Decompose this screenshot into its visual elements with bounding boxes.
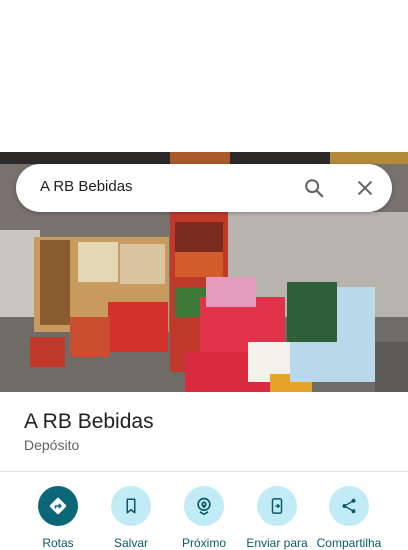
send-to-phone-button[interactable]: Enviar para	[237, 486, 317, 550]
share-icon	[342, 498, 356, 514]
close-icon	[358, 181, 372, 195]
search-button[interactable]	[298, 172, 330, 204]
share-icon-circle	[329, 486, 369, 526]
nearby-label: Próximo	[181, 536, 226, 550]
directions-icon	[49, 497, 67, 515]
share-label: Compartilha	[316, 536, 382, 550]
place-title: A RB Bebidas	[24, 410, 154, 433]
map-blank-area	[0, 0, 408, 152]
send-icon-circle	[257, 486, 297, 526]
place-category: Depósito	[24, 437, 80, 453]
send-to-phone-icon	[271, 498, 283, 514]
save-label: Salvar	[113, 536, 148, 550]
directions-label: Rotas	[42, 536, 74, 550]
search-icon	[305, 179, 324, 198]
directions-icon-circle	[38, 486, 78, 526]
search-bar[interactable]: A RB Bebidas	[16, 164, 392, 212]
share-button[interactable]: Compartilha	[309, 486, 389, 550]
nearby-icon-circle	[184, 486, 224, 526]
search-query[interactable]: A RB Bebidas	[40, 178, 133, 195]
divider	[0, 471, 408, 472]
save-button[interactable]: Salvar	[91, 486, 171, 550]
nearby-icon	[197, 497, 211, 516]
send-to-phone-label: Enviar para	[246, 536, 308, 550]
save-icon-circle	[111, 486, 151, 526]
clear-search-button[interactable]	[349, 172, 381, 204]
nearby-button[interactable]: Próximo	[164, 486, 244, 550]
bookmark-icon	[126, 498, 136, 514]
directions-button[interactable]: Rotas	[18, 486, 98, 550]
